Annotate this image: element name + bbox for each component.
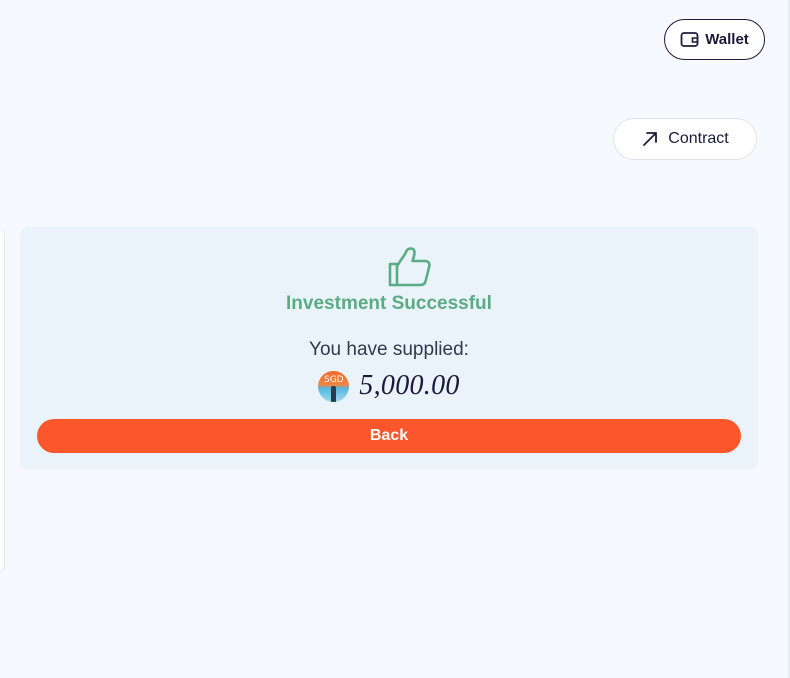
- supplied-label: You have supplied:: [309, 339, 469, 360]
- left-panel-edge: [0, 228, 5, 573]
- arrow-up-right-icon: [641, 130, 659, 148]
- token-figure: [331, 385, 337, 402]
- thumbs-up-icon: [387, 246, 433, 288]
- sgd-token-icon: SGD: [318, 370, 350, 402]
- token-symbol: SGD: [323, 374, 344, 385]
- back-button[interactable]: Back: [37, 419, 741, 453]
- wallet-label: Wallet: [705, 31, 749, 48]
- investment-success-card: Investment Successful You have supplied:…: [21, 227, 757, 468]
- contract-label: Contract: [668, 130, 729, 147]
- wallet-icon: [680, 31, 699, 48]
- supplied-amount: 5,000.00: [359, 370, 460, 401]
- supplied-amount-row: SGD 5,000.00: [21, 366, 757, 406]
- wallet-button[interactable]: Wallet: [664, 19, 765, 60]
- success-title: Investment Successful: [286, 293, 492, 314]
- contract-button[interactable]: Contract: [613, 118, 757, 160]
